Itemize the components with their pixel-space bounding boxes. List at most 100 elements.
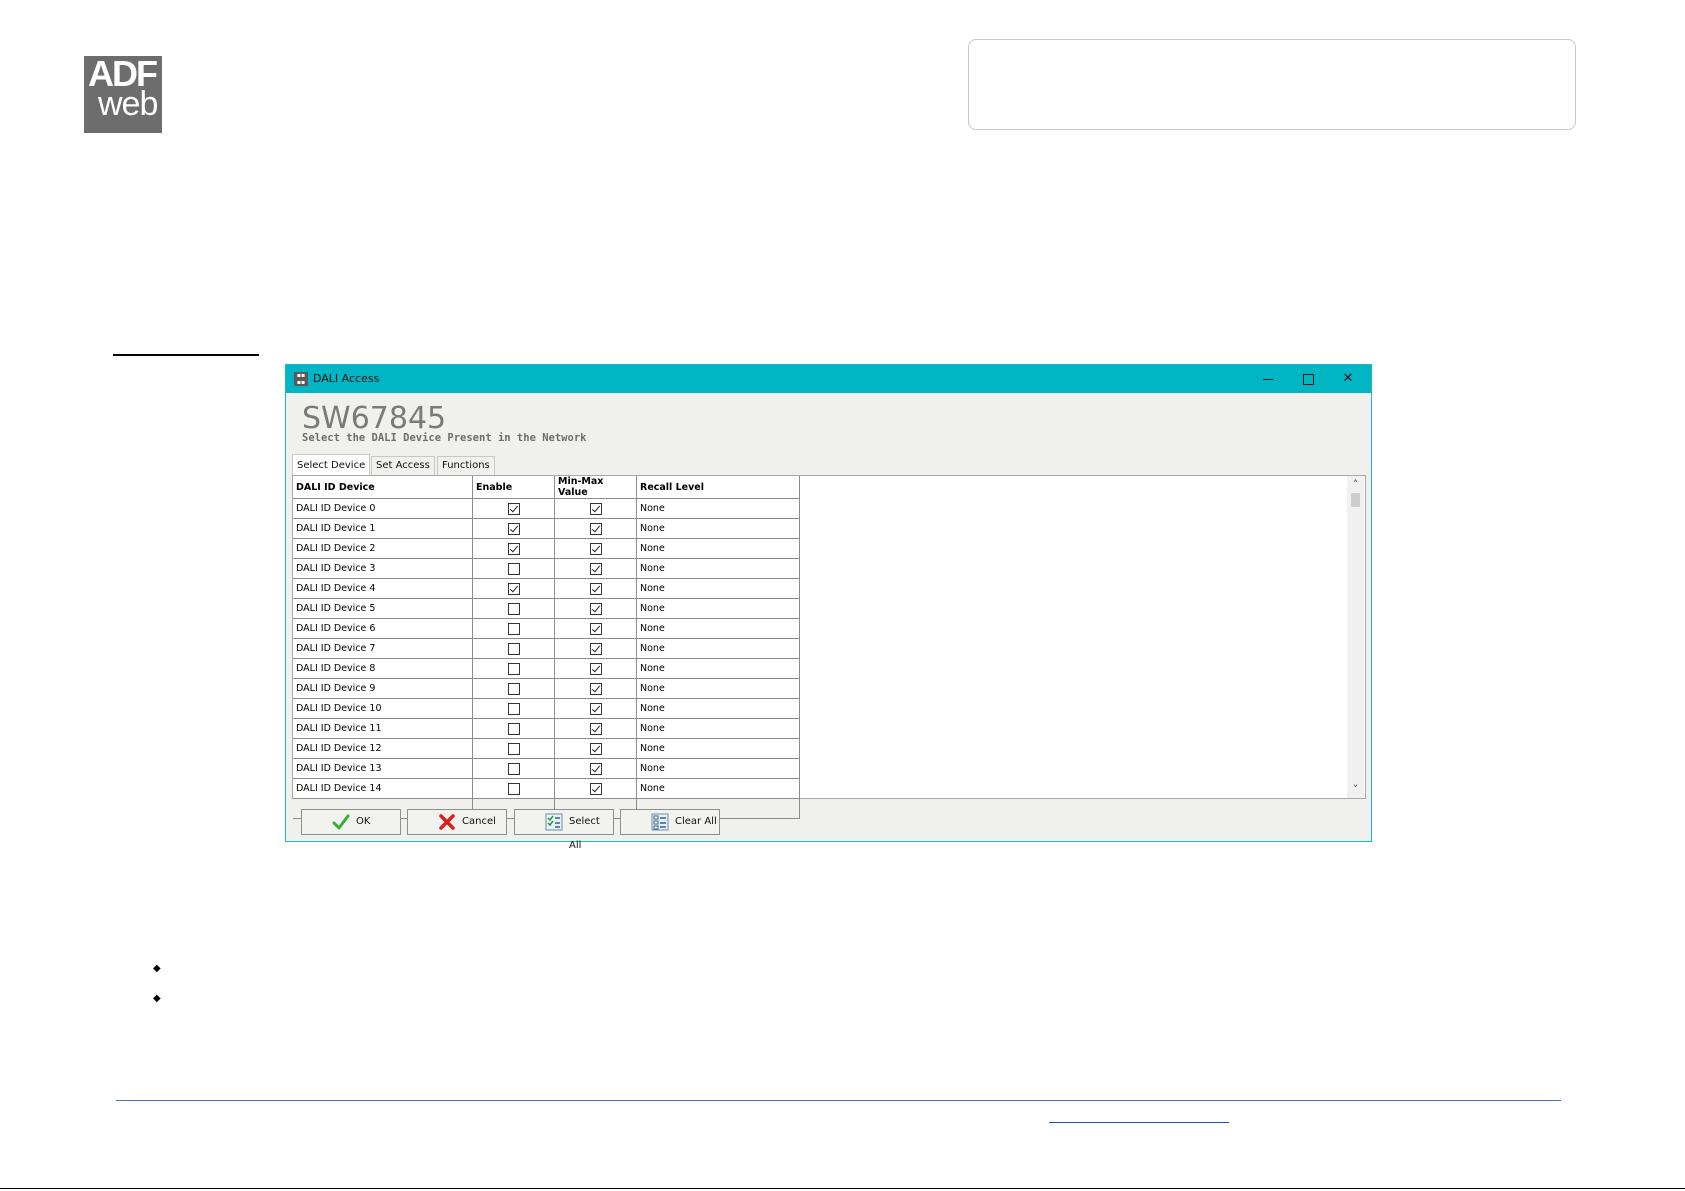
minmax-checkbox[interactable] (589, 722, 602, 735)
col-header-recall[interactable]: Recall Level (636, 476, 800, 499)
tab-set-access[interactable]: Set Access (371, 456, 435, 475)
table-row[interactable]: DALI ID Device 7 None (293, 638, 800, 659)
recall-level-cell[interactable]: None (636, 598, 800, 619)
recall-level-cell[interactable]: None (636, 618, 800, 639)
bullet-icon: ◆ (153, 993, 161, 1004)
tab-functions[interactable]: Functions (437, 456, 495, 475)
minmax-checkbox[interactable] (589, 742, 602, 755)
minmax-checkbox[interactable] (589, 542, 602, 555)
scroll-thumb[interactable] (1351, 493, 1360, 507)
enable-checkbox[interactable] (507, 702, 520, 715)
window-titlebar[interactable]: ▪▪ ▪▪ DALI Access ✕ (286, 365, 1371, 393)
device-grid-panel: DALI ID Device Enable Min-Max Value Reca… (292, 475, 1366, 819)
enable-checkbox[interactable] (507, 582, 520, 595)
table-row[interactable]: DALI ID Device 3 None (293, 558, 800, 579)
scroll-down-icon[interactable]: ˅ (1347, 781, 1364, 798)
enable-checkbox[interactable] (507, 722, 520, 735)
ok-button[interactable]: OK (301, 809, 401, 835)
recall-level-cell[interactable]: None (636, 698, 800, 719)
enable-checkbox[interactable] (507, 782, 520, 795)
dali-access-window: ▪▪ ▪▪ DALI Access ✕ SW67845 Select the DA… (285, 364, 1372, 851)
tab-select-device[interactable]: Select Device (292, 454, 371, 476)
table-row[interactable]: DALI ID Device 9 None (293, 678, 800, 699)
enable-checkbox[interactable] (507, 742, 520, 755)
minmax-checkbox[interactable] (589, 782, 602, 795)
table-row[interactable]: DALI ID Device 10 None (293, 698, 800, 719)
col-header-minmax[interactable]: Min-Max Value (554, 476, 637, 499)
table-row[interactable]: DALI ID Device 4 None (293, 578, 800, 599)
table-row[interactable]: DALI ID Device 11 None (293, 718, 800, 739)
enable-checkbox[interactable] (507, 602, 520, 615)
col-header-enable[interactable]: Enable (472, 476, 555, 499)
minmax-checkbox[interactable] (589, 602, 602, 615)
header-info-box (968, 39, 1576, 130)
table-row[interactable]: DALI ID Device 5 None (293, 598, 800, 619)
recall-level-cell[interactable]: None (636, 758, 800, 779)
recall-level-cell[interactable]: None (636, 558, 800, 579)
recall-level-cell[interactable]: None (636, 518, 800, 539)
page-bottom-edge (0, 1188, 1685, 1189)
software-code-heading: SW67845 (302, 401, 447, 436)
minmax-checkbox[interactable] (589, 502, 602, 515)
recall-level-cell[interactable]: None (636, 578, 800, 599)
minmax-checkbox[interactable] (589, 622, 602, 635)
recall-level-cell[interactable]: None (636, 658, 800, 679)
recall-level-cell[interactable]: None (636, 718, 800, 739)
select-all-button[interactable]: Select All (514, 809, 614, 851)
clear-all-button[interactable]: Clear All (620, 809, 720, 835)
minmax-cell (554, 678, 637, 699)
minmax-checkbox[interactable] (589, 522, 602, 535)
recall-level-cell[interactable]: None (636, 738, 800, 759)
enable-checkbox[interactable] (507, 622, 520, 635)
minmax-checkbox[interactable] (589, 762, 602, 775)
recall-level-cell[interactable]: None (636, 498, 800, 519)
table-row[interactable]: DALI ID Device 12 None (293, 738, 800, 759)
device-name-cell: DALI ID Device 10 (293, 698, 473, 719)
cancel-button[interactable]: Cancel (407, 809, 507, 835)
device-name-cell: DALI ID Device 12 (293, 738, 473, 759)
minmax-cell (554, 558, 637, 579)
enable-cell (472, 618, 555, 639)
minmax-checkbox[interactable] (589, 562, 602, 575)
table-row[interactable]: DALI ID Device 8 None (293, 658, 800, 679)
recall-level-cell[interactable]: None (636, 538, 800, 559)
minmax-checkbox[interactable] (589, 662, 602, 675)
footer-rule (116, 1100, 1561, 1101)
enable-checkbox[interactable] (507, 682, 520, 695)
bullet-icon: ◆ (153, 963, 161, 974)
close-button[interactable]: ✕ (1328, 365, 1368, 393)
enable-cell (472, 718, 555, 739)
table-row[interactable]: DALI ID Device 0 None (293, 498, 800, 519)
enable-cell (472, 558, 555, 579)
enable-checkbox[interactable] (507, 522, 520, 535)
col-header-device[interactable]: DALI ID Device (293, 476, 473, 499)
minmax-checkbox[interactable] (589, 702, 602, 715)
minimize-button[interactable] (1248, 365, 1288, 393)
table-row[interactable]: DALI ID Device 6 None (293, 618, 800, 639)
recall-level-cell[interactable]: None (636, 638, 800, 659)
maximize-button[interactable] (1288, 365, 1328, 393)
enable-checkbox[interactable] (507, 642, 520, 655)
vertical-scrollbar[interactable]: ˄ ˅ (1347, 476, 1364, 798)
minmax-checkbox[interactable] (589, 582, 602, 595)
minmax-checkbox[interactable] (589, 682, 602, 695)
table-row[interactable]: DALI ID Device 2 None (293, 538, 800, 559)
enable-cell (472, 738, 555, 759)
recall-level-cell[interactable]: None (636, 778, 800, 799)
minmax-checkbox[interactable] (589, 642, 602, 655)
recall-level-cell[interactable]: None (636, 678, 800, 699)
enable-checkbox[interactable] (507, 662, 520, 675)
enable-cell (472, 778, 555, 799)
minmax-cell (554, 638, 637, 659)
enable-checkbox[interactable] (507, 562, 520, 575)
enable-checkbox[interactable] (507, 502, 520, 515)
enable-checkbox[interactable] (507, 542, 520, 555)
table-row[interactable]: DALI ID Device 1 None (293, 518, 800, 539)
enable-cell (472, 638, 555, 659)
cancel-label: Cancel (462, 816, 496, 827)
scroll-up-icon[interactable]: ˄ (1347, 476, 1364, 493)
footer-link-underline[interactable] (1049, 1122, 1229, 1123)
table-row[interactable]: DALI ID Device 13 None (293, 758, 800, 779)
table-row[interactable]: DALI ID Device 14 None (293, 778, 800, 799)
enable-checkbox[interactable] (507, 762, 520, 775)
